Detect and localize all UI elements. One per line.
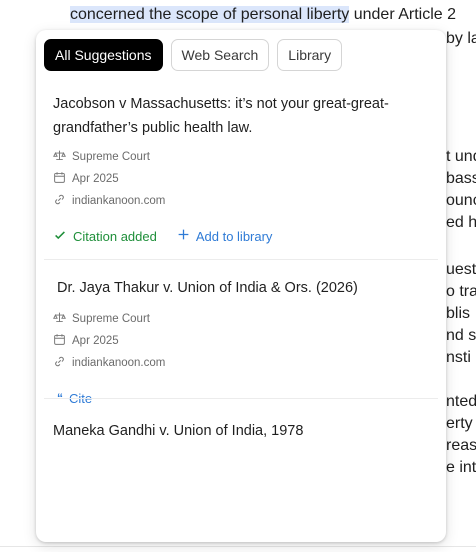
date-label: Apr 2025 bbox=[72, 173, 119, 185]
doc-line-1: concerned the scope of personal liberty … bbox=[70, 4, 456, 26]
tab-bar: All Suggestions Web Search Library bbox=[44, 39, 343, 71]
court-label: Supreme Court bbox=[72, 151, 150, 163]
link-icon bbox=[53, 355, 66, 371]
result-date: Apr 2025 bbox=[53, 330, 429, 352]
doc-line-2: by la bbox=[446, 30, 476, 47]
add-to-library-button[interactable]: Add to library bbox=[177, 228, 273, 244]
doc-fragment: reas bbox=[446, 437, 476, 454]
source-label[interactable]: indiankanoon.com bbox=[72, 357, 165, 369]
doc-fragment: t und bbox=[446, 148, 476, 165]
doc-fragment: nd s bbox=[446, 327, 476, 344]
doc-fragment: uest bbox=[446, 261, 476, 278]
result-title[interactable]: Dr. Jaya Thakur v. Union of India & Ors.… bbox=[53, 276, 429, 300]
doc-highlight: concerned the scope of personal liberty bbox=[70, 6, 350, 23]
calendar-icon bbox=[53, 171, 66, 187]
result-card[interactable]: Jacobson v Massachusetts: it’s not your … bbox=[53, 92, 429, 246]
divider bbox=[0, 546, 476, 547]
tab-library[interactable]: Library bbox=[277, 39, 343, 71]
result-source: indiankanoon.com bbox=[53, 352, 429, 374]
scales-icon bbox=[53, 149, 66, 165]
court-label: Supreme Court bbox=[72, 313, 150, 325]
result-date: Apr 2025 bbox=[53, 168, 429, 190]
doc-fragment: o tra bbox=[446, 283, 476, 300]
citation-added-label: Citation added bbox=[73, 228, 157, 244]
doc-line-1-rest: under Article 2 bbox=[349, 6, 457, 23]
result-court: Supreme Court bbox=[53, 146, 429, 168]
result-court: Supreme Court bbox=[53, 308, 429, 330]
doc-fragment: e int bbox=[446, 459, 476, 476]
doc-fragment: bass bbox=[446, 170, 476, 187]
date-label: Apr 2025 bbox=[72, 335, 119, 347]
doc-fragment: nted bbox=[446, 393, 476, 410]
check-icon bbox=[53, 228, 67, 245]
add-to-library-label: Add to library bbox=[195, 228, 273, 244]
result-source: indiankanoon.com bbox=[53, 190, 429, 212]
source-label[interactable]: indiankanoon.com bbox=[72, 195, 165, 207]
result-divider bbox=[44, 259, 438, 260]
doc-fragment: erty bbox=[446, 415, 473, 432]
result-title[interactable]: Jacobson v Massachusetts: it’s not your … bbox=[53, 92, 429, 140]
tab-web-search[interactable]: Web Search bbox=[170, 39, 270, 71]
result-divider bbox=[44, 398, 438, 399]
calendar-icon bbox=[53, 333, 66, 349]
result-title[interactable]: Maneka Gandhi v. Union of India, 1978 bbox=[53, 419, 429, 443]
scales-icon bbox=[53, 311, 66, 327]
doc-fragment: ed h bbox=[446, 214, 476, 231]
citation-added-status: Citation added bbox=[53, 228, 157, 245]
tab-all-suggestions[interactable]: All Suggestions bbox=[44, 39, 163, 71]
doc-fragment: ounc bbox=[446, 192, 476, 209]
suggestions-popup: All Suggestions Web Search Library Jacob… bbox=[36, 30, 446, 542]
result-card[interactable]: Maneka Gandhi v. Union of India, 1978 bbox=[53, 419, 429, 443]
doc-fragment: nsti bbox=[446, 349, 471, 366]
doc-fragment: blis bbox=[446, 305, 471, 322]
link-icon bbox=[53, 193, 66, 209]
result-card[interactable]: Dr. Jaya Thakur v. Union of India & Ors.… bbox=[53, 276, 429, 408]
plus-icon bbox=[177, 228, 190, 244]
